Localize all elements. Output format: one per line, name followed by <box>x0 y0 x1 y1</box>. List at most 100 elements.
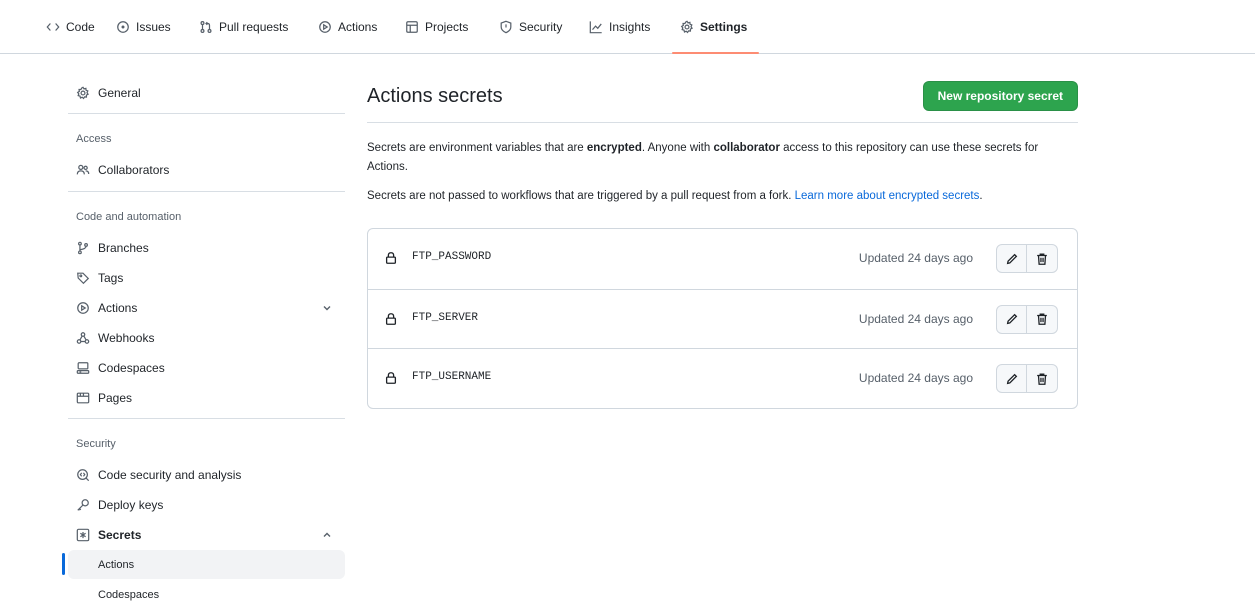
secrets-list: FTP_PASSWORD Updated 24 days ago FTP_SER… <box>367 228 1078 409</box>
lock-icon <box>385 312 397 325</box>
tag-icon <box>77 272 90 285</box>
sidebar-item-label: Actions <box>98 558 135 571</box>
sidebar-item-actions[interactable]: Actions <box>62 293 345 323</box>
sidebar-divider <box>68 113 345 114</box>
shield-icon <box>500 20 512 34</box>
secret-updated: Updated 24 days ago <box>858 371 973 385</box>
trash-icon <box>1037 253 1047 265</box>
sidebar-item-label: Secrets <box>98 528 142 542</box>
asterisk-box-icon <box>76 528 90 542</box>
gear-icon <box>76 86 89 100</box>
pencil-icon <box>1006 373 1017 384</box>
delete-secret-button[interactable] <box>1027 244 1058 273</box>
tab-pull-requests[interactable]: Pull requests <box>199 0 288 54</box>
desc-text: Secrets are environment variables that a… <box>367 142 587 154</box>
delete-secret-button[interactable] <box>1027 364 1058 393</box>
tab-insights[interactable]: Insights <box>589 0 650 54</box>
learn-more-link[interactable]: Learn more about encrypted secrets <box>795 190 980 202</box>
sidebar-item-label: Actions <box>98 301 138 315</box>
table-icon <box>406 21 418 33</box>
sidebar-item-collaborators[interactable]: Collaborators <box>62 155 345 185</box>
sidebar-divider <box>68 418 345 419</box>
edit-secret-button[interactable] <box>996 304 1027 334</box>
secret-name: FTP_PASSWORD <box>412 251 492 263</box>
key-icon <box>77 499 89 511</box>
sidebar-item-label: Codespaces <box>98 361 165 375</box>
trash-icon <box>1037 313 1047 325</box>
sidebar-item-label: Branches <box>98 241 149 255</box>
tab-issues[interactable]: Issues <box>116 0 171 54</box>
sidebar-subitem-secrets-actions[interactable]: Actions <box>68 550 345 579</box>
sidebar-item-label: Deploy keys <box>98 498 164 512</box>
tab-projects[interactable]: Projects <box>405 0 468 54</box>
new-repository-secret-button[interactable]: New repository secret <box>922 81 1078 111</box>
sidebar-item-label: Code security and analysis <box>98 468 242 482</box>
play-icon <box>319 21 331 33</box>
desc-emphasis: collaborator <box>713 142 780 154</box>
pull-request-icon <box>200 21 212 33</box>
lock-icon <box>385 372 397 384</box>
sidebar-item-codespaces[interactable]: Codespaces <box>62 353 345 383</box>
secret-row: FTP_USERNAME Updated 24 days ago <box>368 348 1077 408</box>
codescan-icon <box>77 469 90 482</box>
desc-text: . <box>979 190 983 202</box>
sidebar-heading-code-automation: Code and automation <box>76 211 182 223</box>
desc-text: . Anyone with <box>641 142 714 154</box>
sidebar-item-label: General <box>98 86 141 100</box>
desc-text: Secrets are not passed to workflows that… <box>367 190 795 202</box>
tab-label: Insights <box>609 20 651 34</box>
play-icon <box>77 302 89 314</box>
title-divider <box>367 122 1078 123</box>
lock-icon <box>385 252 397 264</box>
secret-name: FTP_SERVER <box>412 311 479 324</box>
issue-icon <box>117 21 129 33</box>
sidebar-item-secrets[interactable]: Secrets <box>62 520 345 550</box>
sidebar-item-deploy-keys[interactable]: Deploy keys <box>62 490 345 520</box>
tab-label: Issues <box>136 20 171 34</box>
tab-label: Projects <box>425 20 469 34</box>
tab-actions[interactable]: Actions <box>318 0 377 54</box>
sidebar-heading-security: Security <box>76 438 116 450</box>
sidebar-item-webhooks[interactable]: Webhooks <box>62 323 345 353</box>
code-icon <box>46 23 60 31</box>
pencil-icon <box>1006 253 1017 264</box>
trash-icon <box>1037 373 1047 385</box>
sidebar-item-branches[interactable]: Branches <box>62 233 345 263</box>
browser-icon <box>76 392 90 404</box>
sidebar-item-label: Webhooks <box>98 331 155 345</box>
gear-icon <box>680 20 693 34</box>
webhook-icon <box>76 332 90 344</box>
selected-indicator <box>62 553 65 575</box>
sidebar-heading-access: Access <box>76 133 112 145</box>
tab-code[interactable]: Code <box>46 0 95 54</box>
codespaces-icon <box>76 362 90 374</box>
people-icon <box>76 164 90 175</box>
chevron-up-icon <box>323 532 331 537</box>
tab-settings[interactable]: Settings <box>680 0 747 54</box>
edit-secret-button[interactable] <box>996 364 1027 393</box>
repo-nav: Code Issues Pull requests Actions Projec… <box>0 0 1255 54</box>
sidebar-item-label: Codespaces <box>98 588 160 601</box>
secret-updated: Updated 24 days ago <box>858 251 973 265</box>
tab-label: Security <box>519 20 563 34</box>
active-tab-indicator <box>672 52 759 54</box>
secrets-description: Secrets are environment variables that a… <box>367 139 1078 177</box>
tab-security[interactable]: Security <box>499 0 562 54</box>
tab-label: Actions <box>338 20 378 34</box>
secret-row: FTP_PASSWORD Updated 24 days ago <box>368 229 1077 289</box>
secret-row: FTP_SERVER Updated 24 days ago <box>368 288 1077 349</box>
sidebar-item-code-security[interactable]: Code security and analysis <box>62 460 345 490</box>
sidebar-item-general[interactable]: General <box>62 78 345 108</box>
secrets-fork-note: Secrets are not passed to workflows that… <box>367 187 1078 206</box>
secret-name: FTP_USERNAME <box>412 371 492 383</box>
graph-icon <box>589 21 602 34</box>
page-title: Actions secrets <box>367 85 503 107</box>
edit-secret-button[interactable] <box>996 244 1027 273</box>
sidebar-item-pages[interactable]: Pages <box>62 383 345 413</box>
sidebar-item-label: Tags <box>98 271 124 285</box>
delete-secret-button[interactable] <box>1027 304 1058 334</box>
branch-icon <box>78 241 88 255</box>
sidebar-subitem-secrets-codespaces[interactable]: Codespaces <box>68 580 345 601</box>
sidebar-item-tags[interactable]: Tags <box>62 263 345 293</box>
tab-label: Code <box>66 20 95 34</box>
